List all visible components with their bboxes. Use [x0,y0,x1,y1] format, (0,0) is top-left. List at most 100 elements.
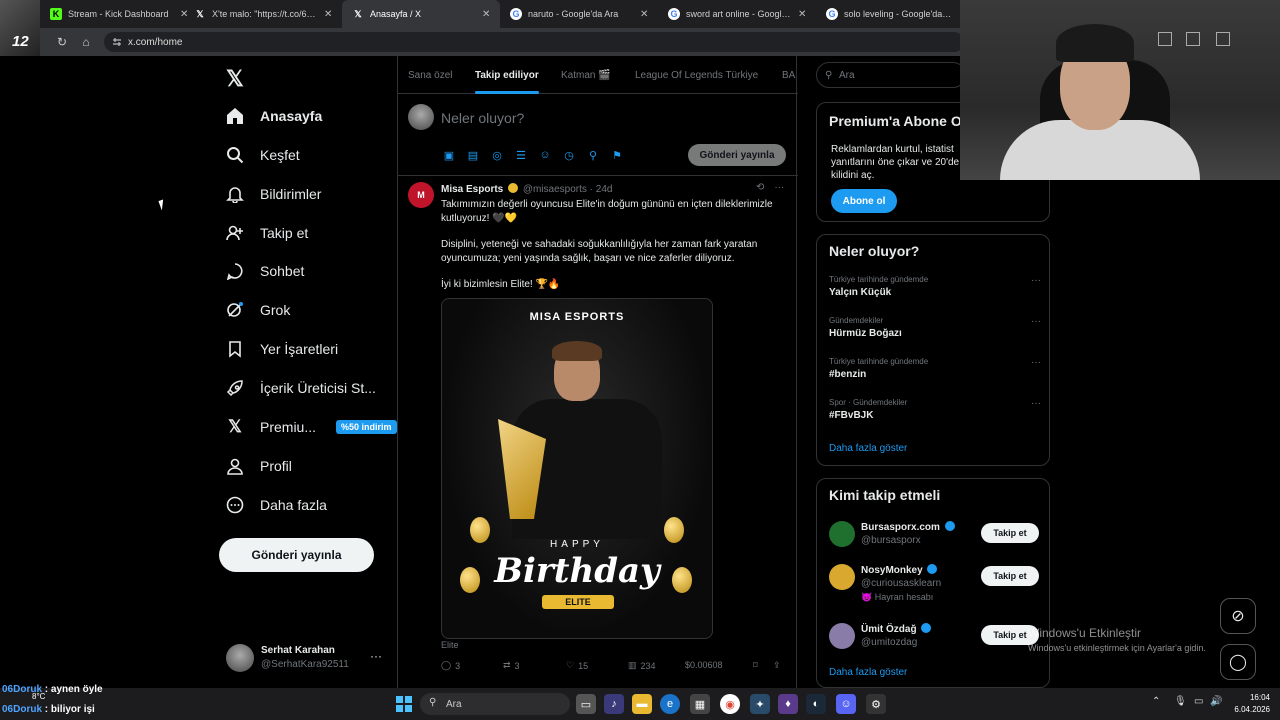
tweet-time[interactable]: · 24d [590,184,613,195]
trends-show-more-link[interactable]: Daha fazla göster [829,443,907,454]
edge-icon[interactable]: e [660,694,680,714]
sidebar-item-more[interactable]: Daha fazla [224,488,327,522]
follow-suggestion[interactable]: Ümit Özdağ @umitozdag Takip et [829,621,1041,661]
file-explorer-icon[interactable]: ▬ [632,694,652,714]
close-icon[interactable]: ✕ [324,9,334,20]
chevron-up-icon[interactable]: ⌃ [1152,696,1160,707]
more-icon[interactable]: ··· [1031,316,1041,327]
avatar [829,521,855,547]
trend-item[interactable]: Spor · Gündemdekiler #FBvBJK ··· [829,398,1041,421]
location-icon[interactable]: ⚲ [586,148,600,162]
more-icon[interactable]: ··· [1031,398,1041,409]
gif-icon[interactable]: ▤ [466,148,480,162]
bookmark-button[interactable]: ⌑ [753,660,758,671]
post-button[interactable]: Gönderi yayınla [219,538,374,572]
sidebar-item-home[interactable]: Anasayfa [224,99,322,133]
sidebar-item-notifications[interactable]: Bildirimler [224,177,321,211]
more-icon[interactable]: ··· [1031,275,1041,286]
microphone-icon[interactable]: 🎙 [1174,696,1187,707]
tab-x-post[interactable]: 𝕏 X'te malo: "https://t.co/6zbX2S ✕ [184,0,342,28]
network-icon[interactable]: ▭ [1194,696,1203,707]
grok-icon[interactable]: ⟲ [756,182,764,193]
tweet-handle[interactable]: @misaesports [523,184,587,195]
trend-item[interactable]: Gündemdekiler Hürmüz Boğazı ··· [829,316,1041,339]
chrome-icon[interactable]: ◉ [720,694,740,714]
close-icon[interactable]: ✕ [482,9,492,20]
x-logo-icon[interactable]: 𝕏 [226,66,244,92]
follow-button[interactable]: Takip et [981,523,1039,543]
repost-button[interactable]: ⇄ 3 [503,660,520,671]
compose-input[interactable]: Neler oluyor? [441,110,524,126]
sidebar-item-premium[interactable]: 𝕏 Premiu... %50 indirim [224,410,397,444]
close-icon[interactable]: ✕ [798,9,808,20]
sidebar-item-grok[interactable]: Grok [224,293,290,327]
tweet[interactable]: M Misa Esports @misaesports · 24d ⟲ ··· … [398,176,798,688]
webcam-person-cap [1056,24,1134,62]
grok-icon[interactable]: ◎ [490,148,504,162]
follow-suggestion[interactable]: Bursasporx.com @bursasporx Takip et [829,519,1041,559]
schedule-icon[interactable]: ◷ [562,148,576,162]
volume-icon[interactable]: 🔊 [1210,696,1222,707]
poll-icon[interactable]: ☰ [514,148,528,162]
tab-following[interactable]: Takip ediliyor [475,56,539,94]
views-button[interactable]: ▥ 234 [628,660,656,671]
flag-icon[interactable]: ⚑ [610,148,624,162]
follow-button[interactable]: Takip et [981,566,1039,586]
reload-icon[interactable]: ↻ [54,34,70,50]
app-icon[interactable]: ✦ [750,694,770,714]
sidebar-item-label: Sohbet [260,263,305,279]
sidebar-item-follow[interactable]: Takip et [224,216,308,250]
grok-icon [224,299,246,321]
trend-item[interactable]: Türkiye tarihinde gündemde #benzin ··· [829,357,1041,380]
sidebar-item-profile[interactable]: Profil [224,449,292,483]
taskbar-search-label: Ara [446,698,462,710]
tab-x-home[interactable]: 𝕏 Anasayfa / X ✕ [342,0,500,28]
close-icon[interactable]: ✕ [640,9,650,20]
sidebar-item-chat[interactable]: Sohbet [224,254,304,288]
tab-kick-dashboard[interactable]: K Stream - Kick Dashboard ✕ [40,0,198,28]
follow-show-more-link[interactable]: Daha fazla göster [829,667,907,678]
tab-for-you[interactable]: Sana özel [408,56,452,94]
follow-handle: @umitozdag [861,637,918,648]
more-icon[interactable]: ··· [370,649,382,663]
sidebar-item-creator-studio[interactable]: İçerik Üreticisi St... [224,371,376,405]
emoji-icon[interactable]: ☺ [538,148,552,162]
tab-lol-turkiye[interactable]: League Of Legends Türkiye [635,56,758,94]
address-bar[interactable]: x.com/home [104,32,964,52]
app-icon[interactable]: ♪ [604,694,624,714]
tip-button[interactable]: $0.00608 [685,660,723,670]
trend-item[interactable]: Türkiye tarihinde gündemde Yalçın Küçük … [829,275,1041,298]
like-button[interactable]: ♡ 15 [566,660,588,671]
app-icon[interactable]: ♦ [778,694,798,714]
discord-icon[interactable]: ☺ [836,694,856,714]
tweet-image[interactable]: MISA ESPORTS HAPPY Birthday ELITE [441,298,713,639]
site-info-icon[interactable] [112,37,122,47]
search-input[interactable]: ⚲ Ara [816,62,966,88]
image-icon[interactable]: ▣ [442,148,456,162]
app-icon[interactable]: ⚙ [866,694,886,714]
store-icon[interactable]: ▦ [690,694,710,714]
subscribe-button[interactable]: Abone ol [831,189,897,213]
steam-icon[interactable]: ◐ [806,694,826,714]
follow-suggestion[interactable]: NosyMonkey @curiousasklearn 😈 Hayran hes… [829,562,1041,602]
home-browser-icon[interactable]: ⌂ [78,34,94,50]
tab-google-naruto[interactable]: G naruto - Google'da Ara ✕ [500,0,658,28]
account-switcher[interactable]: Serhat Karahan @SerhatKara92511 ··· [226,642,386,674]
more-icon[interactable]: ··· [1031,357,1041,368]
sidebar-item-bookmarks[interactable]: Yer İşaretleri [224,332,338,366]
task-view-icon[interactable]: ▭ [576,694,596,714]
tab-google-solo-leveling[interactable]: G solo leveling - Google'da Ara [816,0,960,28]
tab-google-sao[interactable]: G sword art online - Google'da Ara ✕ [658,0,816,28]
share-button[interactable]: ⇪ [773,660,781,671]
more-icon[interactable]: ··· [774,182,784,193]
tab-ba[interactable]: BA [782,56,795,94]
taskbar-clock[interactable]: 16:04 6.04.2026 [1226,692,1270,716]
tab-katman[interactable]: Katman 🎬 [561,56,611,94]
compose-post-button[interactable]: Gönderi yayınla [688,144,786,166]
avatar[interactable]: M [408,182,434,208]
tweet-author[interactable]: Misa Esports [441,184,503,195]
windows-start-icon[interactable] [394,694,414,714]
reply-button[interactable]: ◯ 3 [441,660,460,671]
sidebar-item-explore[interactable]: Keşfet [224,138,300,172]
taskbar-search[interactable]: ⚲ Ara [420,693,570,715]
